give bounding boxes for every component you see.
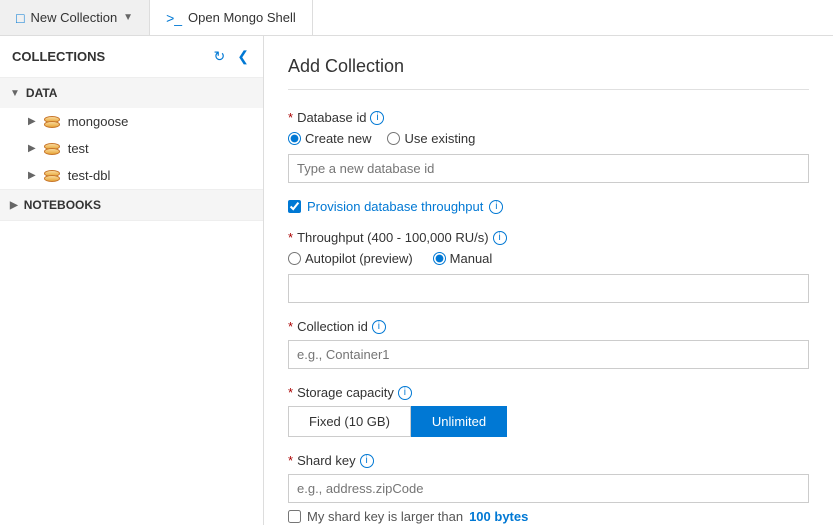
shard-key-group: * Shard key i My shard key is larger tha… (288, 453, 809, 524)
new-collection-label: New Collection (30, 10, 117, 25)
shard-note: My shard key is larger than 100 bytes (288, 509, 809, 524)
create-new-radio[interactable] (288, 132, 301, 145)
list-item[interactable]: ▶ test-dbl (0, 162, 263, 189)
notebooks-section-label: NOTEBOOKS (24, 198, 101, 212)
database-id-label-row: * Database id i (288, 110, 809, 125)
manual-label: Manual (450, 251, 493, 266)
create-new-label: Create new (305, 131, 371, 146)
database-id-info-icon[interactable]: i (370, 111, 384, 125)
new-collection-icon: □ (16, 10, 24, 26)
provision-group: Provision database throughput i (288, 199, 809, 214)
panel-title: Add Collection (288, 56, 809, 90)
shard-note-prefix: My shard key is larger than (307, 509, 463, 524)
use-existing-radio-label[interactable]: Use existing (387, 131, 475, 146)
throughput-info-icon[interactable]: i (493, 231, 507, 245)
shard-note-highlight: 100 bytes (469, 509, 528, 524)
refresh-button[interactable]: ↻ (212, 46, 228, 67)
throughput-label-row: * Throughput (400 - 100,000 RU/s) i (288, 230, 809, 245)
mongoose-expand-icon: ▶ (28, 116, 36, 127)
data-section-header[interactable]: ▼ DATA (0, 78, 263, 108)
collection-id-group: * Collection id i (288, 319, 809, 369)
provision-label: Provision database throughput (307, 199, 483, 214)
collapse-button[interactable]: ❮ (235, 46, 251, 67)
shard-key-input[interactable] (288, 474, 809, 503)
shard-key-field-label: Shard key (297, 453, 356, 468)
shard-key-label-row: * Shard key i (288, 453, 809, 468)
collection-id-field-label: Collection id (297, 319, 368, 334)
notebooks-expand-icon: ▶ (10, 200, 18, 211)
required-star-shard: * (288, 453, 293, 468)
testdbl-expand-icon: ▶ (28, 170, 36, 181)
sidebar-header-icons: ↻ ❮ (212, 46, 251, 67)
database-id-field-label: Database id (297, 110, 366, 125)
create-new-radio-label[interactable]: Create new (288, 131, 371, 146)
use-existing-radio[interactable] (387, 132, 400, 145)
collection-id-input[interactable] (288, 340, 809, 369)
collections-title: COLLECTIONS (12, 49, 105, 64)
shard-key-info-icon[interactable]: i (360, 454, 374, 468)
provision-checkbox-label[interactable]: Provision database throughput i (288, 199, 809, 214)
mode-radio-group: Autopilot (preview) Manual (288, 251, 809, 266)
manual-radio[interactable] (433, 252, 446, 265)
provision-info-icon[interactable]: i (489, 200, 503, 214)
storage-capacity-field-label: Storage capacity (297, 385, 394, 400)
right-panel: Add Collection * Database id i Create ne… (264, 36, 833, 525)
list-item[interactable]: ▶ test (0, 135, 263, 162)
collection-id-info-icon[interactable]: i (372, 320, 386, 334)
data-section-label: DATA (26, 86, 58, 100)
shard-larger-checkbox[interactable] (288, 510, 301, 523)
mongo-shell-icon: >_ (166, 10, 182, 26)
data-section: ▼ DATA ▶ mongoose ▶ test ▶ (0, 78, 263, 190)
data-expand-icon: ▼ (10, 88, 20, 99)
use-existing-label: Use existing (404, 131, 475, 146)
required-star-storage: * (288, 385, 293, 400)
db-icon-test (44, 143, 60, 155)
collection-id-label-row: * Collection id i (288, 319, 809, 334)
required-star-collection: * (288, 319, 293, 334)
main-layout: COLLECTIONS ↻ ❮ ▼ DATA ▶ mongoose ▶ (0, 36, 833, 525)
new-collection-chevron: ▼ (123, 12, 133, 23)
autopilot-radio[interactable] (288, 252, 301, 265)
db-icon-testdbl (44, 170, 60, 182)
collections-header: COLLECTIONS ↻ ❮ (0, 36, 263, 78)
database-id-group: * Database id i Create new Use existing (288, 110, 809, 183)
testdbl-label: test-dbl (68, 168, 111, 183)
autopilot-label: Autopilot (preview) (305, 251, 413, 266)
test-expand-icon: ▶ (28, 143, 36, 154)
required-star-throughput: * (288, 230, 293, 245)
storage-capacity-group: * Storage capacity i Fixed (10 GB) Unlim… (288, 385, 809, 437)
throughput-field-label: Throughput (400 - 100,000 RU/s) (297, 230, 489, 245)
list-item[interactable]: ▶ mongoose (0, 108, 263, 135)
throughput-input[interactable]: 400 (288, 274, 809, 303)
required-star-db: * (288, 110, 293, 125)
database-id-radio-group: Create new Use existing (288, 131, 809, 146)
autopilot-radio-label[interactable]: Autopilot (preview) (288, 251, 413, 266)
throughput-group: * Throughput (400 - 100,000 RU/s) i Auto… (288, 230, 809, 303)
storage-capacity-info-icon[interactable]: i (398, 386, 412, 400)
sidebar: COLLECTIONS ↻ ❮ ▼ DATA ▶ mongoose ▶ (0, 36, 264, 525)
mongoose-label: mongoose (68, 114, 129, 129)
provision-checkbox[interactable] (288, 200, 301, 213)
open-mongo-shell-button[interactable]: >_ Open Mongo Shell (150, 0, 313, 35)
notebooks-section-header[interactable]: ▶ NOTEBOOKS (0, 190, 263, 220)
unlimited-storage-button[interactable]: Unlimited (411, 406, 507, 437)
manual-radio-label[interactable]: Manual (433, 251, 493, 266)
new-collection-button[interactable]: □ New Collection ▼ (0, 0, 150, 35)
storage-capacity-label-row: * Storage capacity i (288, 385, 809, 400)
database-id-input[interactable] (288, 154, 809, 183)
toolbar: □ New Collection ▼ >_ Open Mongo Shell (0, 0, 833, 36)
db-icon-mongoose (44, 116, 60, 128)
storage-buttons: Fixed (10 GB) Unlimited (288, 406, 809, 437)
fixed-storage-button[interactable]: Fixed (10 GB) (288, 406, 411, 437)
notebooks-section: ▶ NOTEBOOKS (0, 190, 263, 221)
mongo-shell-label: Open Mongo Shell (188, 10, 296, 25)
test-label: test (68, 141, 89, 156)
